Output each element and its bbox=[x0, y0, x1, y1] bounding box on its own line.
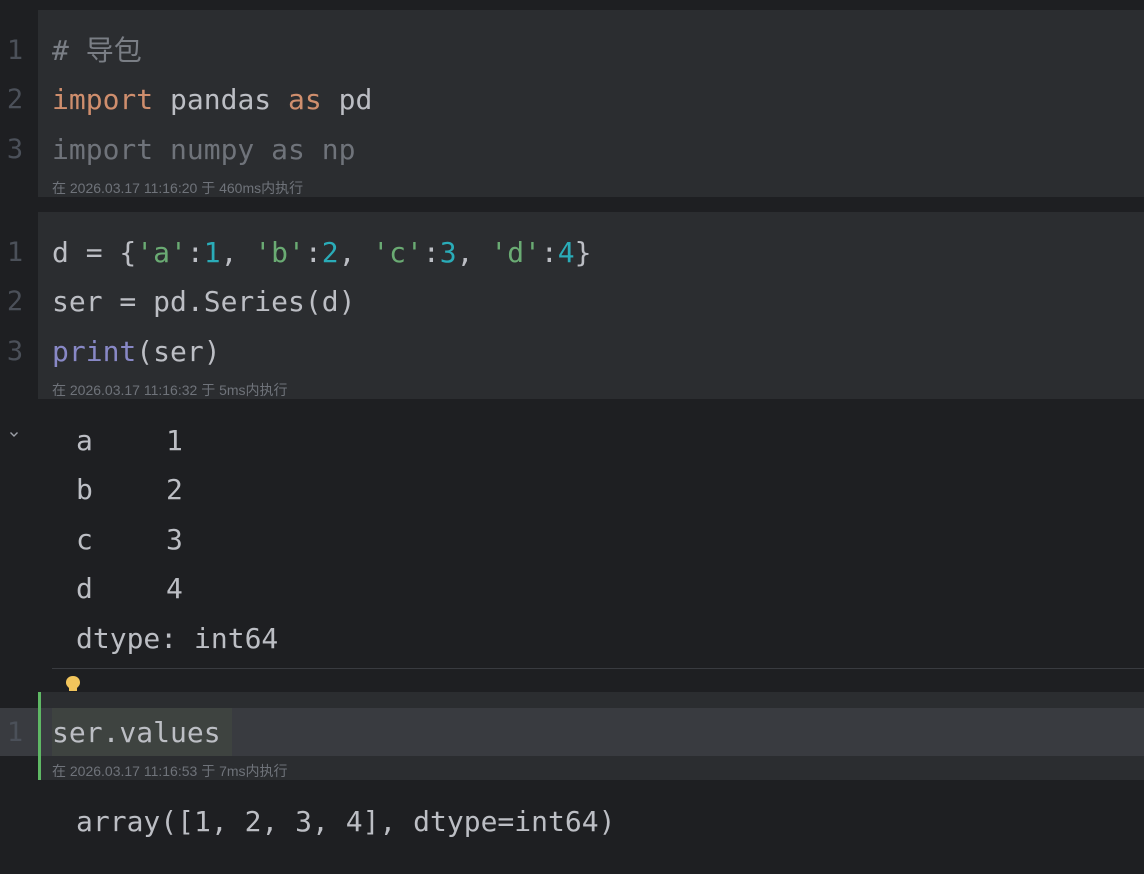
code-token: , bbox=[338, 236, 373, 269]
notebook-editor: 1 # 导包 2 import pandas as pd 3 import nu… bbox=[0, 0, 1144, 874]
output-value: 3 bbox=[166, 523, 183, 556]
output-row: c3 bbox=[76, 515, 183, 564]
line-number: 3 bbox=[6, 134, 24, 165]
code-token: import numpy as np bbox=[52, 133, 356, 166]
code-token: pd bbox=[321, 83, 373, 116]
execution-info: 在 2026.03.17 11:16:53 于 7ms内执行 bbox=[52, 763, 288, 779]
output-value: 1 bbox=[166, 424, 183, 457]
code-token: import bbox=[52, 83, 154, 116]
code-line[interactable]: d = {'a':1, 'b':2, 'c':3, 'd':4} bbox=[52, 228, 592, 277]
cell-divider bbox=[52, 668, 1144, 669]
code-token: 'c' bbox=[372, 236, 423, 269]
code-line[interactable]: # 导包 bbox=[52, 26, 142, 75]
line-number: 1 bbox=[6, 237, 24, 268]
code-token: , bbox=[220, 236, 255, 269]
line-number: 1 bbox=[6, 35, 24, 66]
output-row: d4 bbox=[76, 564, 183, 613]
line-number: 2 bbox=[6, 286, 24, 317]
code-line[interactable]: import pandas as pd bbox=[52, 75, 372, 124]
output-index: a bbox=[76, 424, 93, 457]
line-number: 1 bbox=[6, 717, 24, 748]
output-index: b bbox=[76, 473, 93, 506]
output-row: b2 bbox=[76, 465, 183, 514]
code-line[interactable]: import numpy as np bbox=[52, 125, 355, 174]
output-index: c bbox=[76, 523, 93, 556]
output-index: d bbox=[76, 572, 93, 605]
code-token: : bbox=[540, 236, 558, 269]
line-number: 2 bbox=[6, 84, 24, 115]
code-line[interactable]: print(ser) bbox=[52, 327, 221, 376]
code-token: 'b' bbox=[254, 236, 305, 269]
code-token: 'a' bbox=[136, 236, 187, 269]
code-line[interactable]: ser = pd.Series(d) bbox=[52, 277, 355, 326]
active-cell-indicator bbox=[38, 692, 41, 780]
code-token: ser = pd.Series(d) bbox=[52, 285, 356, 318]
code-token: # 导包 bbox=[52, 34, 142, 67]
chevron-down-icon-graphic bbox=[10, 432, 18, 437]
code-token: ser.values bbox=[52, 716, 221, 749]
code-token: 1 bbox=[203, 236, 221, 269]
code-token: 2 bbox=[321, 236, 339, 269]
cell-3-output: array([1, 2, 3, 4], dtype=int64) bbox=[76, 805, 616, 838]
output-value: 2 bbox=[166, 473, 183, 506]
code-token: : bbox=[186, 236, 204, 269]
code-token: 3 bbox=[439, 236, 457, 269]
code-token: : bbox=[304, 236, 322, 269]
code-token: d = { bbox=[52, 236, 137, 269]
code-token: : bbox=[422, 236, 440, 269]
code-token: pandas bbox=[153, 83, 289, 116]
execution-info: 在 2026.03.17 11:16:20 于 460ms内执行 bbox=[52, 180, 304, 196]
execution-info: 在 2026.03.17 11:16:32 于 5ms内执行 bbox=[52, 382, 288, 398]
output-value: 4 bbox=[166, 572, 183, 605]
code-token: print bbox=[52, 335, 137, 368]
output-dtype: dtype: int64 bbox=[76, 622, 279, 655]
output-row: a1 bbox=[76, 416, 183, 465]
code-token: 4 bbox=[557, 236, 575, 269]
code-token: as bbox=[288, 83, 322, 116]
code-token: , bbox=[456, 236, 491, 269]
code-token: } bbox=[574, 236, 592, 269]
line-number: 3 bbox=[6, 336, 24, 367]
code-token: (ser) bbox=[136, 335, 221, 368]
chevron-down-icon[interactable] bbox=[6, 428, 22, 444]
code-line[interactable]: ser.values bbox=[52, 708, 221, 757]
code-token: 'd' bbox=[490, 236, 541, 269]
